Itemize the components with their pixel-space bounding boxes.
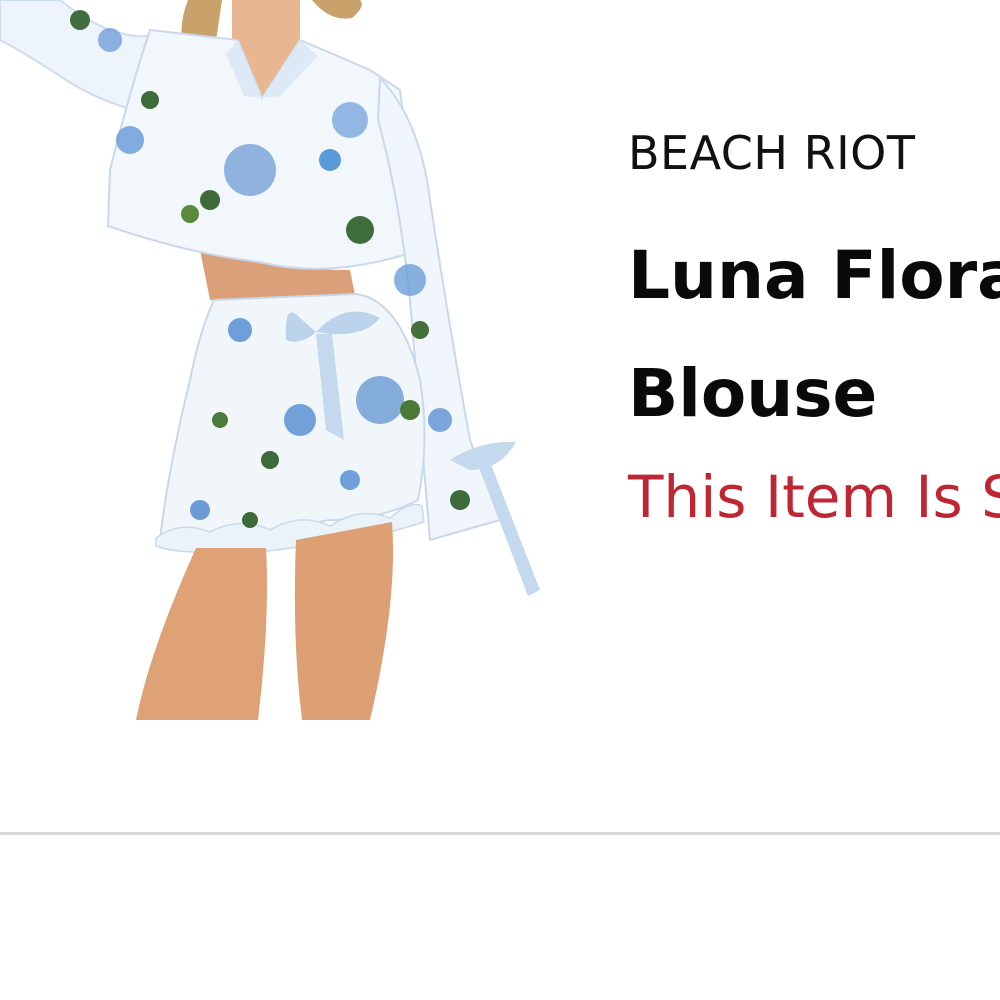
product-photo [0,0,540,720]
cuff-bow-tail [480,462,540,596]
brand-name[interactable]: BEACH RIOT [628,118,1000,188]
product-info: BEACH RIOT Luna Floral Blouse This Item … [628,118,1000,537]
product-title: Luna Floral Blouse [628,237,1000,432]
divider [0,832,1000,835]
product-page: BEACH RIOT Luna Floral Blouse This Item … [0,0,1000,1000]
hair-right [312,0,362,19]
sold-out-status: This Item Is Sold Out [628,463,1000,531]
leg-right [294,522,394,720]
leg-left [136,548,267,720]
product-image[interactable] [0,0,560,720]
